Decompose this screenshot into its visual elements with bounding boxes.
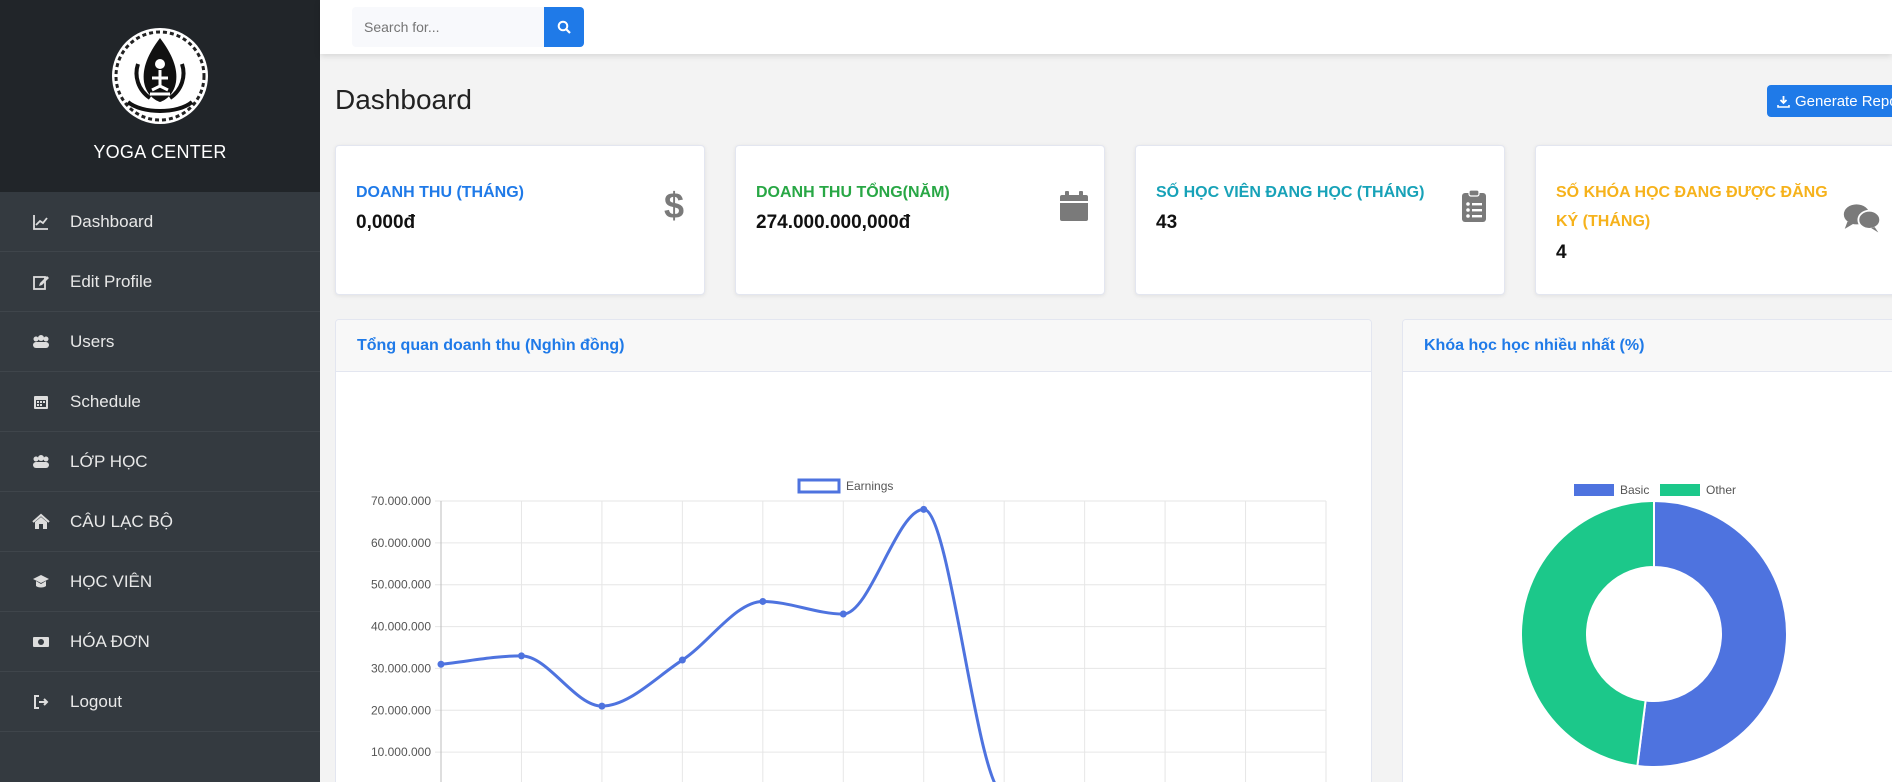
sidebar-item-label: Users: [70, 331, 115, 351]
stat-card-yearly-revenue: DOANH THU TỔNG(NĂM) 274.000.000,000đ: [735, 145, 1105, 295]
card-label-line: SỐ KHÓA HỌC ĐANG ĐƯỢC ĐĂNG: [1556, 184, 1828, 201]
page-title: Dashboard: [335, 84, 472, 115]
yoga-logo-icon: [112, 28, 208, 124]
sidebar-item-schedule[interactable]: Schedule: [0, 372, 320, 432]
clipboard-list-icon: [1454, 186, 1494, 226]
sidebar-item-label: HÓA ĐƠN: [70, 631, 150, 651]
earnings-data-point: [678, 656, 686, 664]
home-icon: [30, 511, 52, 533]
sidebar-item-logout[interactable]: Logout: [0, 672, 320, 732]
sidebar-item-cau-lac-bo[interactable]: CÂU LẠC BỘ: [0, 492, 320, 552]
dollar-icon: $: [654, 186, 694, 226]
donut-slice-basic: [1636, 499, 1788, 768]
sidebar-item-hoc-vien[interactable]: HỌC VIÊN: [0, 552, 320, 612]
y-tick-label: 30.000.000: [371, 661, 431, 675]
line-chart-icon: [30, 211, 52, 233]
courses-donut-chart: BasicOtherBasicOther: [1520, 483, 1788, 768]
earnings-data-point: [920, 505, 928, 513]
card-value: 274.000.000,000đ: [756, 212, 911, 233]
revenue-chart-panel: Tổng quan doanh thu (Nghìn đồng) 010.000…: [335, 319, 1372, 782]
sidebar-item-lop-hoc[interactable]: LỚP HỌC: [0, 432, 320, 492]
y-tick-label: 10.000.000: [371, 745, 431, 759]
sidebar-item-label: HỌC VIÊN: [70, 571, 153, 591]
download-icon: [1777, 95, 1790, 108]
graduation-cap-icon: [30, 571, 52, 593]
topbar: [320, 0, 1892, 54]
earnings-data-point: [598, 702, 606, 710]
card-label: SỐ HỌC VIÊN ĐANG HỌC (THÁNG): [1156, 184, 1425, 201]
earnings-data-point: [839, 610, 847, 618]
sidebar-item-label: Dashboard: [70, 211, 154, 231]
courses-chart-panel: Khóa học học nhiều nhất (%) BasicOtherBa…: [1402, 319, 1892, 782]
card-label-line: KÝ (THÁNG): [1556, 213, 1651, 230]
sidebar-item-label: Schedule: [70, 391, 141, 411]
search-input[interactable]: [352, 7, 544, 47]
legend-swatch-basic: [1574, 484, 1614, 496]
y-tick-label: 40.000.000: [371, 620, 431, 634]
sidebar-item-label: Edit Profile: [70, 271, 153, 291]
brand-name: YOGA CENTER: [93, 142, 227, 162]
legend-swatch-other: [1660, 484, 1700, 496]
generate-report-label: Generate Report: [1795, 92, 1892, 110]
calendar-icon: [30, 391, 52, 413]
donut-slice-other: [1520, 499, 1655, 768]
revenue-line-chart: 010.000.00020.000.00030.000.00040.000.00…: [371, 478, 1327, 782]
card-value: 0,000đ: [356, 212, 416, 233]
y-tick-label: 60.000.000: [371, 536, 431, 550]
card-value: 43: [1156, 212, 1178, 233]
panel-title: Khóa học học nhiều nhất (%): [1403, 320, 1892, 372]
svg-text:$: $: [664, 188, 684, 224]
sidebar-item-label: LỚP HỌC: [70, 451, 148, 471]
earnings-series-line: [440, 507, 997, 782]
search-icon: [557, 20, 571, 34]
stat-card-active-students: SỐ HỌC VIÊN ĐANG HỌC (THÁNG) 43: [1135, 145, 1505, 295]
stat-card-registered-courses: SỐ KHÓA HỌC ĐANG ĐƯỢC ĐĂNG KÝ (THÁNG) 4: [1535, 145, 1892, 295]
card-value: 4: [1556, 242, 1567, 263]
legend-label-other: Other: [1706, 483, 1736, 497]
edit-icon: [30, 271, 52, 293]
money-icon: [30, 631, 52, 653]
sign-out-icon: [30, 691, 52, 713]
card-label: DOANH THU TỔNG(NĂM): [756, 184, 950, 201]
calendar-icon: [1054, 186, 1094, 226]
sidebar-item-label: CÂU LẠC BỘ: [70, 511, 173, 531]
sidebar-item-hoa-don[interactable]: HÓA ĐƠN: [0, 612, 320, 672]
panel-title: Tổng quan doanh thu (Nghìn đồng): [336, 320, 1371, 372]
earnings-data-point: [517, 652, 525, 660]
legend-label-earnings: Earnings: [846, 479, 893, 493]
y-tick-label: 70.000.000: [371, 494, 431, 508]
card-label: DOANH THU (THÁNG): [356, 184, 524, 201]
sidebar-item-users[interactable]: Users: [0, 312, 320, 372]
earnings-data-point: [759, 597, 767, 605]
earnings-data-point: [437, 660, 445, 668]
generate-report-button[interactable]: Generate Report: [1767, 85, 1892, 117]
users-icon: [30, 451, 52, 473]
y-tick-label: 20.000.000: [371, 703, 431, 717]
card-label: SỐ KHÓA HỌC ĐANG ĐƯỢC ĐĂNG KÝ (THÁNG): [1556, 178, 1828, 236]
brand: YOGA CENTER: [0, 0, 320, 192]
users-icon: [30, 331, 52, 353]
sidebar-item-dashboard[interactable]: Dashboard: [0, 192, 320, 252]
sidebar-item-label: Logout: [70, 691, 122, 711]
y-tick-label: 50.000.000: [371, 578, 431, 592]
stat-card-monthly-revenue: DOANH THU (THÁNG) 0,000đ $: [335, 145, 705, 295]
sidebar: YOGA CENTER Dashboard Edit Profile Users…: [0, 0, 320, 782]
search-button[interactable]: [544, 7, 584, 47]
sidebar-item-edit-profile[interactable]: Edit Profile: [0, 252, 320, 312]
legend-swatch-earnings: [797, 478, 841, 494]
comments-icon: [1842, 198, 1882, 238]
legend-label-basic: Basic: [1620, 483, 1649, 497]
